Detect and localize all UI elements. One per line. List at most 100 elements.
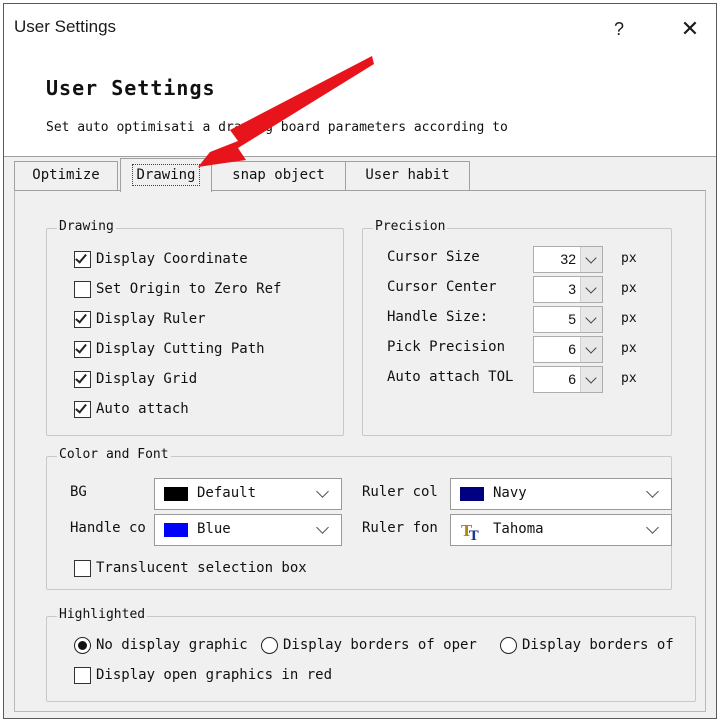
checkbox-label: Display Coordinate [96, 251, 248, 267]
spin-value: 5 [568, 311, 576, 327]
precision-group-title: Precision [373, 219, 448, 234]
tab-snap-object[interactable]: snap object [212, 161, 346, 191]
radio-selected-dot [78, 641, 87, 650]
pick-precision-label: Pick Precision [387, 339, 506, 355]
checkbox-label: Set Origin to Zero Ref [96, 281, 282, 297]
cursor-size-label: Cursor Size [387, 249, 480, 265]
spin-value: 32 [560, 251, 576, 267]
tab-drawing[interactable]: Drawing [120, 158, 212, 192]
checkbox-box[interactable] [74, 401, 91, 418]
ruler-font-label: Ruler fon [362, 520, 438, 536]
radio-label: Display borders of [522, 637, 674, 653]
handle-size-spinbox[interactable]: 5 [533, 306, 603, 333]
color-swatch [460, 487, 484, 501]
unit-label: px [621, 341, 637, 356]
ruler-font-dropdown[interactable]: T T Tahoma [450, 514, 672, 546]
checkbox-label: Display Grid [96, 371, 198, 387]
highlighted-group-title: Highlighted [57, 607, 148, 622]
radio-label: Display borders of oper [283, 637, 477, 653]
dropdown-value: Tahoma [493, 521, 544, 537]
handle-size-label: Handle Size: [387, 309, 489, 325]
unit-label: px [621, 251, 637, 266]
chevron-down-icon [585, 252, 597, 264]
auto-attach-tol-spinbox[interactable]: 6 [533, 366, 603, 393]
user-settings-dialog: User Settings ? ✕ User Settings Set auto… [3, 3, 717, 719]
bg-label: BG [70, 484, 87, 500]
chevron-down-icon [646, 521, 659, 534]
checkbox-label: Translucent selection box [96, 560, 307, 576]
checkbox-box[interactable] [74, 341, 91, 358]
chevron-down-icon [585, 312, 597, 324]
ruler-color-label: Ruler col [362, 484, 438, 500]
handle-color-dropdown[interactable]: Blue [154, 514, 342, 546]
header-divider [4, 156, 716, 157]
bg-color-dropdown[interactable]: Default [154, 478, 342, 510]
dialog-header: User Settings Set auto optimisati a draw… [4, 56, 716, 156]
spin-dropdown-button[interactable] [580, 337, 602, 362]
checkbox-label: Display Cutting Path [96, 341, 265, 357]
checkbox-label: Display Ruler [96, 311, 206, 327]
page-description: Set auto optimisati a drawing board para… [46, 120, 508, 135]
check-icon [75, 371, 87, 384]
checkbox-box[interactable] [74, 667, 91, 684]
spin-value: 3 [568, 281, 576, 297]
radio-button[interactable] [261, 637, 278, 654]
close-button[interactable]: ✕ [669, 12, 711, 46]
cursor-center-spinbox[interactable]: 3 [533, 276, 603, 303]
checkbox-box[interactable] [74, 371, 91, 388]
help-button[interactable]: ? [599, 12, 639, 46]
radio-label: No display graphic [96, 637, 248, 653]
dropdown-value: Default [197, 485, 257, 501]
chevron-down-icon [316, 521, 329, 534]
radio-button[interactable] [74, 637, 91, 654]
font-type-icon: T T [461, 522, 479, 542]
spin-dropdown-button[interactable] [580, 367, 602, 392]
check-icon [75, 251, 87, 264]
color-swatch [164, 523, 188, 537]
chevron-down-icon [316, 485, 329, 498]
spin-dropdown-button[interactable] [580, 307, 602, 332]
color-font-group-title: Color and Font [57, 447, 171, 462]
svg-text:T: T [469, 529, 479, 542]
spin-dropdown-button[interactable] [580, 277, 602, 302]
radio-button[interactable] [500, 637, 517, 654]
dropdown-value: Navy [493, 485, 527, 501]
tab-optimize-label: Optimize [32, 167, 100, 183]
chevron-down-icon [585, 282, 597, 294]
unit-label: px [621, 281, 637, 296]
tab-snap-object-label: snap object [232, 167, 325, 183]
checkbox-box[interactable] [74, 251, 91, 268]
unit-label: px [621, 371, 637, 386]
cursor-size-spinbox[interactable]: 32 [533, 246, 603, 273]
window-title: User Settings [14, 17, 117, 36]
color-swatch [164, 487, 188, 501]
tab-user-habit-label: User habit [365, 167, 450, 183]
title-bar: User Settings ? ✕ [4, 4, 716, 56]
page-title: User Settings [46, 76, 216, 100]
dropdown-value: Blue [197, 521, 231, 537]
tab-optimize[interactable]: Optimize [14, 161, 118, 191]
unit-label: px [621, 311, 637, 326]
highlighted-group: Highlighted [46, 607, 696, 702]
checkbox-label: Display open graphics in red [96, 667, 333, 683]
checkbox-label: Auto attach [96, 401, 189, 417]
spin-value: 6 [568, 371, 576, 387]
pick-precision-spinbox[interactable]: 6 [533, 336, 603, 363]
check-icon [75, 311, 87, 324]
spin-dropdown-button[interactable] [580, 247, 602, 272]
check-icon [75, 341, 87, 354]
chevron-down-icon [585, 342, 597, 354]
drawing-group-title: Drawing [57, 219, 116, 234]
cursor-center-label: Cursor Center [387, 279, 497, 295]
handle-color-label: Handle co [70, 520, 146, 536]
checkbox-box[interactable] [74, 311, 91, 328]
auto-attach-tol-label: Auto attach TOL [387, 369, 514, 385]
tab-user-habit[interactable]: User habit [346, 161, 470, 191]
tab-drawing-label: Drawing [132, 164, 200, 186]
ruler-color-dropdown[interactable]: Navy [450, 478, 672, 510]
spin-value: 6 [568, 341, 576, 357]
checkbox-box[interactable] [74, 281, 91, 298]
chevron-down-icon [585, 372, 597, 384]
checkbox-box[interactable] [74, 560, 91, 577]
check-icon [75, 401, 87, 414]
